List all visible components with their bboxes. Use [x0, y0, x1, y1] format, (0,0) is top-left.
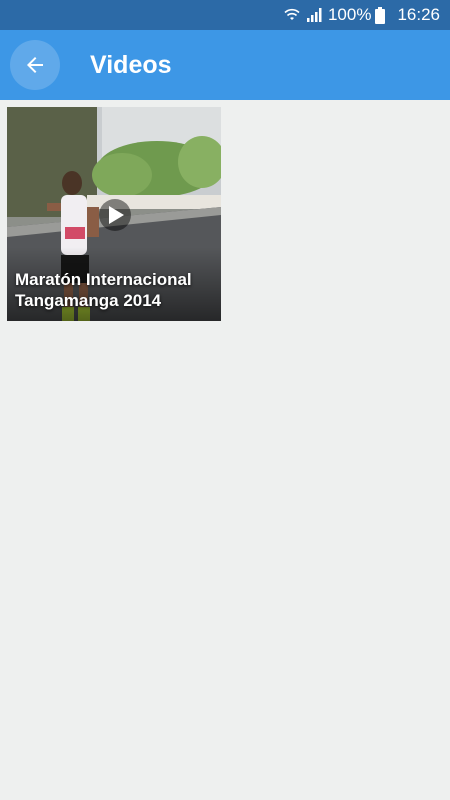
battery-percent: 100%: [327, 5, 372, 24]
signal-icon: [306, 7, 322, 23]
video-title: Maratón Internacional Tangamanga 2014: [15, 270, 192, 310]
back-button[interactable]: [10, 40, 60, 90]
battery-icon: [375, 6, 386, 24]
status-bar: 100% 16:26: [0, 0, 450, 30]
wifi-icon: [284, 7, 300, 23]
clock: 16:26: [397, 5, 440, 24]
video-card[interactable]: Maratón Internacional Tangamanga 2014: [7, 107, 221, 321]
page-title: Videos: [90, 51, 172, 79]
play-button[interactable]: [99, 199, 131, 231]
play-icon: [104, 204, 126, 226]
app-bar: Videos: [0, 30, 450, 100]
video-grid: Maratón Internacional Tangamanga 2014: [0, 100, 450, 800]
arrow-left-icon: [23, 53, 47, 77]
